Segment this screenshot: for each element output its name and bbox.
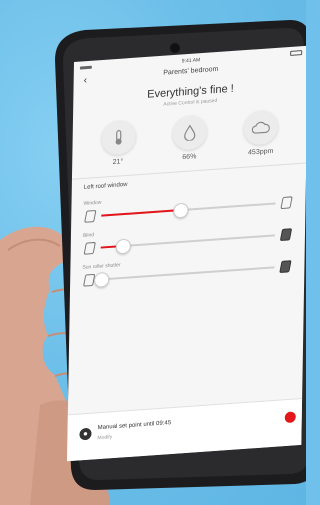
shutter-closed-icon[interactable] — [279, 260, 292, 274]
humidity-value: 66% — [182, 153, 197, 162]
manual-mode-icon: ● — [79, 427, 92, 441]
window-slider-fill — [101, 209, 180, 217]
metric-temperature[interactable]: 21° — [92, 119, 145, 168]
status-time: 9:41 AM — [181, 57, 201, 65]
co2-value: 453ppm — [248, 147, 274, 157]
metric-humidity[interactable]: 66% — [163, 114, 216, 163]
alert-badge[interactable] — [284, 411, 296, 424]
photo-scene: 9:41 AM ‹ Parents' bedroom Everything's … — [0, 0, 306, 505]
co2-cloud-icon — [243, 109, 279, 146]
back-button[interactable]: ‹ — [84, 75, 88, 87]
battery-icon — [290, 50, 303, 56]
window-slider-handle[interactable] — [173, 202, 189, 219]
slider-window: Window — [79, 186, 298, 223]
thermometer-icon — [101, 119, 136, 156]
slider-shutter: Sun roller shutter — [78, 250, 297, 288]
bottom-title: Manual set point until 09:45 — [97, 420, 172, 432]
signal-icon — [79, 65, 92, 70]
shutter-slider-handle[interactable] — [94, 271, 110, 288]
window-slider-track[interactable] — [101, 202, 276, 219]
metric-co2[interactable]: 453ppm — [235, 109, 288, 158]
window-closed-icon[interactable] — [84, 209, 97, 223]
humidity-drop-icon — [172, 114, 208, 151]
blind-slider-handle[interactable] — [115, 238, 131, 255]
modify-link[interactable]: Modify — [97, 434, 112, 441]
metrics-row: 21° 66% 453ppm — [72, 108, 306, 169]
temperature-value: 21° — [112, 158, 124, 166]
shutter-slider-track[interactable] — [94, 266, 275, 288]
blind-closed-icon[interactable] — [279, 228, 293, 242]
blind-slider-track[interactable] — [100, 234, 275, 255]
app-screen: 9:41 AM ‹ Parents' bedroom Everything's … — [67, 45, 306, 462]
slider-blind: Blind — [79, 218, 298, 255]
blind-open-icon[interactable] — [83, 241, 96, 255]
window-open-icon[interactable] — [280, 196, 293, 210]
